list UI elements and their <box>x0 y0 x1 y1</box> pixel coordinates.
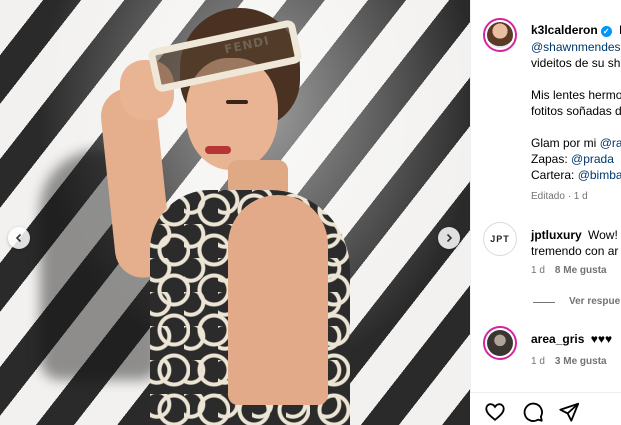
comment-age: 1 d <box>531 356 545 367</box>
post-caption: k3lcalderon✓ Lo @shawnmendes videitos de… <box>471 0 621 210</box>
chevron-left-icon <box>15 233 22 243</box>
caption-edited-meta: Editado · 1 d <box>531 191 588 202</box>
photo-shoulder <box>228 195 328 405</box>
caption-mention[interactable]: @prada <box>571 152 614 166</box>
comment-age: 1 d <box>531 265 545 276</box>
comment-text: tremendo con ar <box>531 244 619 258</box>
carousel-next-button[interactable] <box>438 227 460 249</box>
comment-text: ♥♥♥ <box>590 332 613 346</box>
caption-line: Mis lentes hermo <box>531 88 621 102</box>
comment-likes[interactable]: 8 Me gusta <box>555 265 607 276</box>
author-username-text[interactable]: k3lcalderon <box>531 23 598 37</box>
caption-mention[interactable]: @bimba <box>578 168 621 182</box>
comment-avatar[interactable]: JPT <box>483 222 517 256</box>
caption-line: Zapas: @prada <box>531 151 614 167</box>
caption-shoes: Zapas: <box>531 152 572 166</box>
photo-lips <box>205 146 231 154</box>
caption-mention[interactable]: @ra <box>600 136 621 150</box>
avatar-logo-text: JPT <box>490 234 510 244</box>
author-username[interactable]: k3lcalderon✓ Lo <box>531 23 621 37</box>
heart-icon[interactable] <box>484 401 506 423</box>
photo-eye <box>226 100 248 104</box>
verified-badge-icon: ✓ <box>600 26 612 37</box>
post-photo[interactable]: FENDI <box>0 0 470 425</box>
comment-meta: 1 d 8 Me gusta <box>531 265 607 276</box>
caption-bag: Cartera: <box>531 168 578 182</box>
caption-line: videitos de su sh <box>531 56 621 70</box>
caption-glam: Glam por mi <box>531 136 600 150</box>
comment-meta: 1 d 3 Me gusta <box>531 356 607 367</box>
author-avatar[interactable] <box>483 18 517 52</box>
comment-likes[interactable]: 3 Me gusta <box>555 356 607 367</box>
comment-icon[interactable] <box>522 401 544 423</box>
replies-divider <box>533 302 555 303</box>
comment-username[interactable]: jptluxury Wow! ∧ <box>531 228 621 242</box>
comments-pane[interactable]: k3lcalderon✓ Lo @shawnmendes videitos de… <box>470 0 621 425</box>
chevron-right-icon <box>446 233 453 243</box>
view-replies-link[interactable]: Ver respue <box>569 296 620 307</box>
caption-line: Cartera: @bimba <box>531 167 621 183</box>
caption-mention[interactable]: @shawnmendes <box>531 39 621 55</box>
carousel-prev-button[interactable] <box>8 227 30 249</box>
caption-line: Glam por mi @ra <box>531 135 621 151</box>
comment-avatar[interactable] <box>483 326 517 360</box>
caption-line: fotitos soñadas d <box>531 104 621 118</box>
comment-username-text[interactable]: area_gris <box>531 332 584 346</box>
comment-username-text[interactable]: jptluxury <box>531 228 582 242</box>
send-icon[interactable] <box>558 401 580 423</box>
post-actions-bar <box>470 392 621 425</box>
comment-text: Wow! ∧ <box>588 228 621 242</box>
comment-username[interactable]: area_gris ♥♥♥ <box>531 332 612 346</box>
